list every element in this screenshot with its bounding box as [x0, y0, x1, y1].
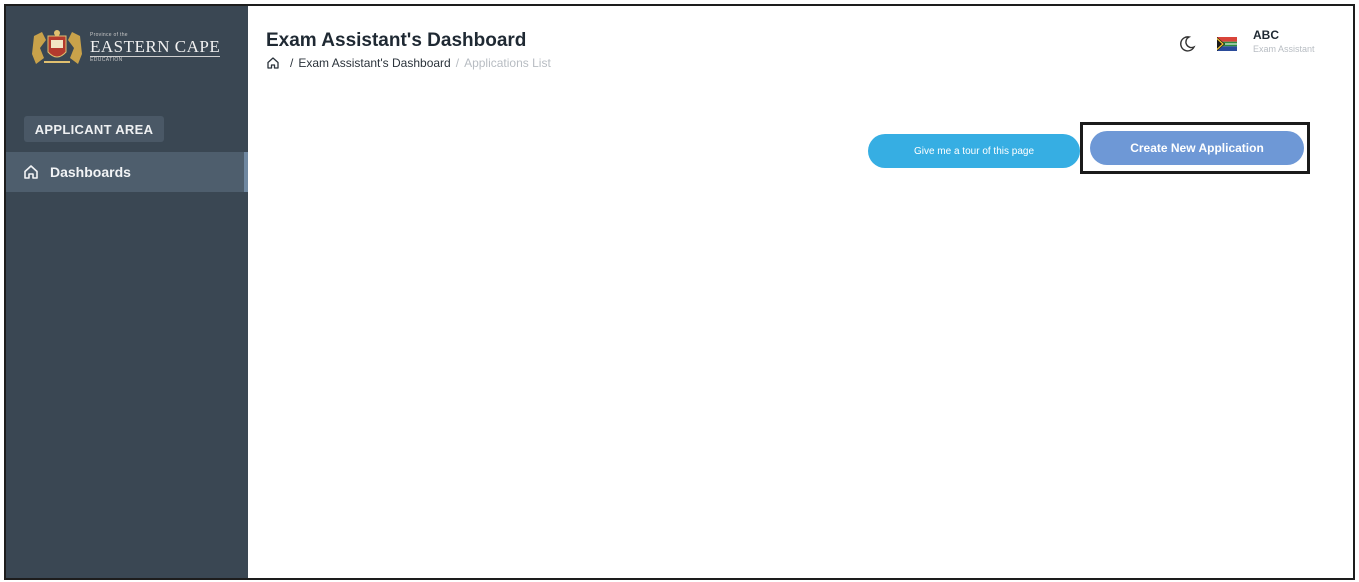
moon-icon[interactable] — [1177, 34, 1197, 54]
south-africa-flag-icon[interactable] — [1217, 37, 1237, 51]
applicant-area-label: APPLICANT AREA — [24, 116, 164, 142]
header-actions: ABC Exam Assistant — [1177, 28, 1353, 54]
sidebar: Province of the EASTERN CAPE EDUCATION A… — [6, 6, 248, 578]
breadcrumb-current: Applications List — [464, 56, 551, 70]
user-role: Exam Assistant — [1253, 44, 1315, 54]
breadcrumb-dashboard-link[interactable]: Exam Assistant's Dashboard — [298, 56, 450, 70]
coat-of-arms-icon — [32, 30, 82, 64]
breadcrumb: / Exam Assistant's Dashboard / Applicati… — [266, 56, 551, 70]
create-new-application-button[interactable]: Create New Application — [1090, 131, 1304, 165]
home-icon — [24, 165, 38, 179]
eastern-cape-logo[interactable]: Province of the EASTERN CAPE EDUCATION — [30, 28, 221, 68]
breadcrumb-separator: / — [455, 56, 460, 70]
tour-button[interactable]: Give me a tour of this page — [868, 134, 1080, 168]
sidebar-item-dashboards[interactable]: Dashboards — [6, 152, 248, 192]
user-name: ABC — [1253, 28, 1279, 42]
breadcrumb-separator: / — [290, 56, 294, 70]
page-header: Exam Assistant's Dashboard / Exam Assist… — [248, 6, 1353, 96]
sidebar-item-label: Dashboards — [50, 164, 131, 180]
breadcrumb-home-icon[interactable] — [266, 56, 280, 70]
logo-subtitle: EDUCATION — [90, 57, 123, 63]
user-menu[interactable]: ABC Exam Assistant — [1253, 28, 1353, 54]
logo-title: EASTERN CAPE — [90, 37, 221, 57]
app-window: Province of the EASTERN CAPE EDUCATION A… — [4, 4, 1355, 580]
page-title: Exam Assistant's Dashboard — [266, 30, 527, 51]
